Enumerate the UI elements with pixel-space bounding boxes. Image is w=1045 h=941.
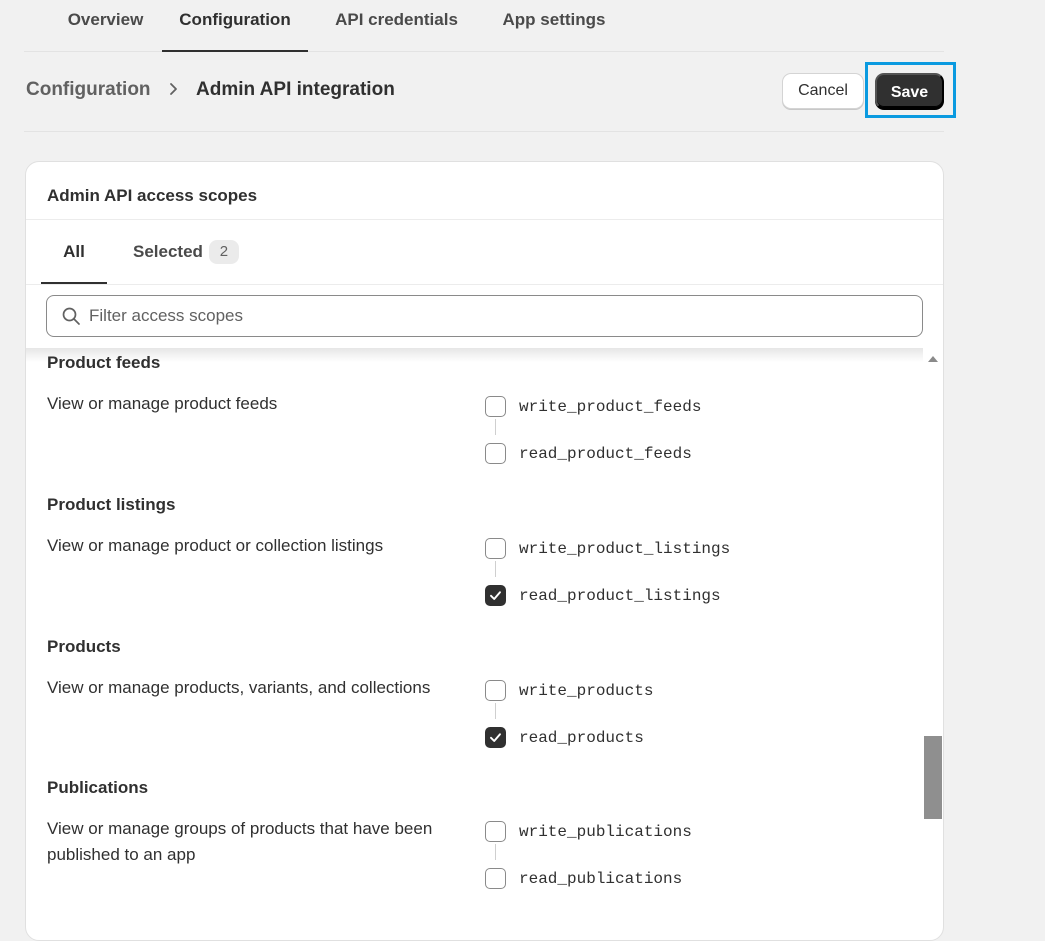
save-button[interactable]: Save [875, 73, 944, 109]
tab-all[interactable]: All [41, 220, 107, 284]
tab-overview[interactable]: Overview [42, 0, 169, 52]
breadcrumb-configuration[interactable]: Configuration [26, 79, 151, 101]
scope-name: write_product_listings [519, 540, 731, 558]
cancel-button[interactable]: Cancel [782, 73, 864, 109]
scope-connector-line [495, 844, 496, 860]
scope-name: read_product_feeds [519, 445, 692, 463]
tab-selected[interactable]: Selected 2 [133, 220, 239, 284]
scope-group-product-feeds: Product feeds View or manage product feed… [26, 353, 923, 493]
checkbox[interactable] [485, 538, 506, 559]
scope-group-products: Products View or manage products, variant… [26, 637, 923, 777]
divider [26, 284, 943, 285]
tab-selected-label: Selected [133, 242, 203, 261]
tab-app-settings[interactable]: App settings [494, 0, 614, 52]
group-description: View or manage groups of products that h… [47, 819, 433, 864]
checkbox-checked[interactable] [485, 727, 506, 748]
selected-count-badge: 2 [208, 240, 239, 264]
group-description: View or manage product feeds [47, 394, 278, 413]
scope-group-publications: Publications View or manage groups of pro… [26, 778, 923, 918]
group-title: Product feeds [47, 353, 161, 372]
tab-configuration[interactable]: Configuration [162, 0, 308, 52]
chevron-right-icon [170, 83, 177, 95]
checkmark-icon [490, 733, 501, 742]
group-description: View or manage products, variants, and c… [47, 678, 431, 697]
group-title: Products [47, 637, 121, 656]
scope-group-product-listings: Product listings View or manage product o… [26, 495, 923, 635]
scope-connector-line [495, 703, 496, 719]
scope-name: read_products [519, 729, 644, 747]
checkbox-checked[interactable] [485, 585, 506, 606]
checkbox[interactable] [485, 868, 506, 889]
scope-connector-line [495, 419, 496, 435]
filter-input[interactable] [89, 296, 909, 336]
search-icon [62, 307, 80, 325]
scope-name: write_products [519, 682, 654, 700]
tab-api-credentials[interactable]: API credentials [324, 0, 469, 52]
checkbox[interactable] [485, 821, 506, 842]
group-title: Product listings [47, 495, 176, 514]
top-tabs: Overview Configuration API credentials A… [24, 0, 944, 52]
card-title: Admin API access scopes [47, 186, 258, 205]
scrollbar-thumb[interactable] [924, 736, 942, 819]
scope-name: write_product_feeds [519, 398, 702, 416]
group-description: View or manage product or collection lis… [47, 536, 384, 555]
page-title: Admin API integration [196, 79, 395, 100]
scopes-list[interactable]: Product feeds View or manage product feed… [26, 348, 943, 940]
scope-connector-line [495, 561, 496, 577]
checkbox[interactable] [485, 396, 506, 417]
group-title: Publications [47, 778, 149, 797]
scope-name: read_product_listings [519, 587, 721, 605]
checkbox[interactable] [485, 443, 506, 464]
scope-name: read_publications [519, 870, 683, 888]
checkbox[interactable] [485, 680, 506, 701]
checkmark-icon [490, 591, 501, 600]
scope-name: write_publications [519, 823, 692, 841]
access-scopes-card: Admin API access scopes All Selected 2 Pr… [25, 161, 944, 941]
scroll-up-arrow-icon[interactable] [928, 356, 938, 362]
page-header: Configuration Admin API integration Canc… [24, 52, 956, 132]
filter-field[interactable] [46, 295, 923, 337]
